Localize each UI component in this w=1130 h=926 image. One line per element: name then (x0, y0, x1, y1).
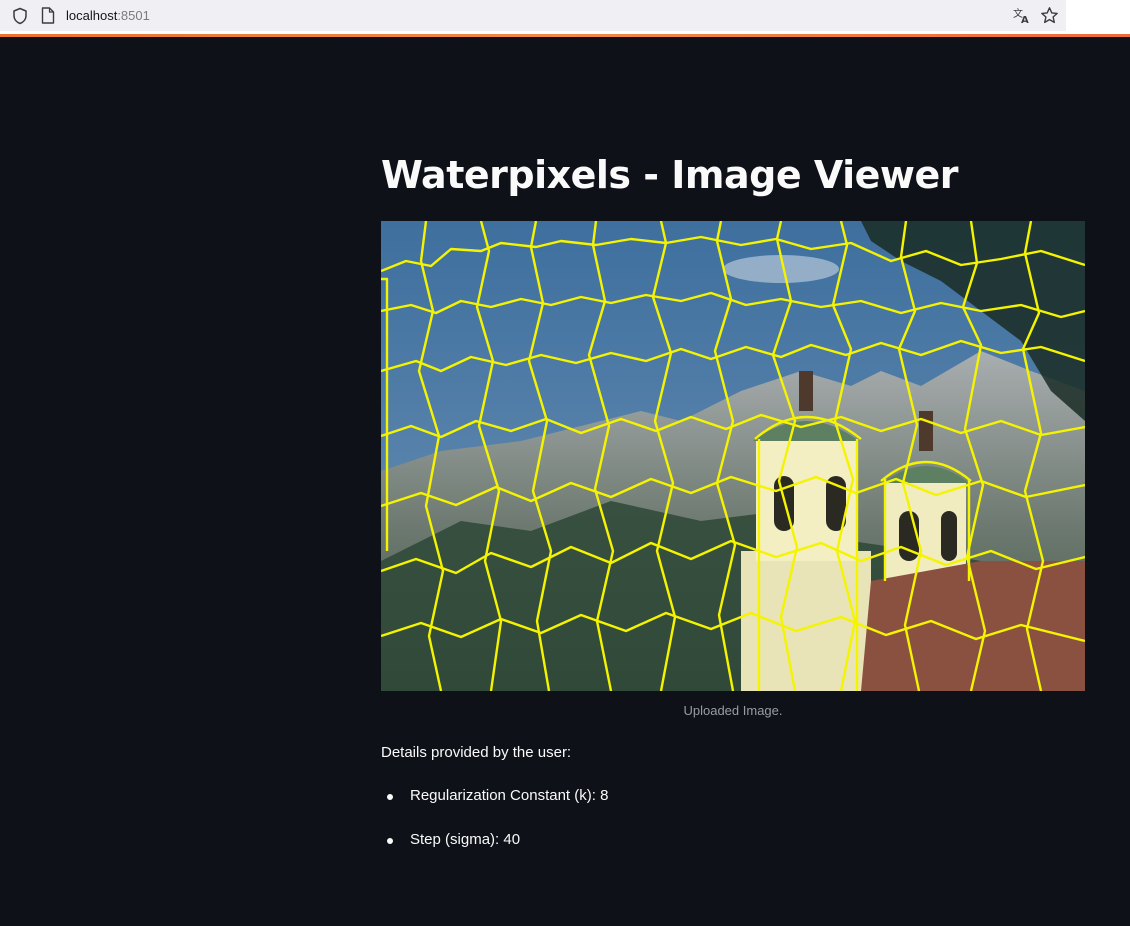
uploaded-image (381, 221, 1085, 691)
url-host: localhost (66, 8, 118, 23)
page-title: Waterpixels - Image Viewer (381, 153, 959, 197)
details-list: Regularization Constant (k): 8 Step (sig… (381, 787, 608, 875)
streamlit-app: Waterpixels - Image Viewer Uploaded Imag… (0, 37, 1130, 926)
star-icon[interactable] (1040, 6, 1059, 25)
translate-icon[interactable]: 文 A (1012, 6, 1031, 25)
list-item: Step (sigma): 40 (381, 831, 608, 875)
segmented-photo (381, 221, 1085, 691)
shield-icon[interactable] (11, 7, 29, 25)
bullet-icon (387, 838, 393, 844)
list-item: Regularization Constant (k): 8 (381, 787, 608, 831)
details-heading: Details provided by the user: (381, 744, 572, 761)
url-port: :8501 (117, 8, 150, 23)
detail-step: Step (sigma): 40 (410, 831, 521, 848)
page-icon (41, 7, 55, 24)
bullet-icon (387, 794, 393, 800)
url-text[interactable]: localhost:8501 (66, 8, 150, 23)
address-bar[interactable]: localhost:8501 文 A (0, 0, 1066, 31)
browser-toolbar: localhost:8501 文 A (0, 0, 1130, 34)
image-caption: Uploaded Image. (683, 703, 783, 718)
svg-text:A: A (1021, 15, 1029, 25)
detail-regularization: Regularization Constant (k): 8 (410, 787, 609, 804)
